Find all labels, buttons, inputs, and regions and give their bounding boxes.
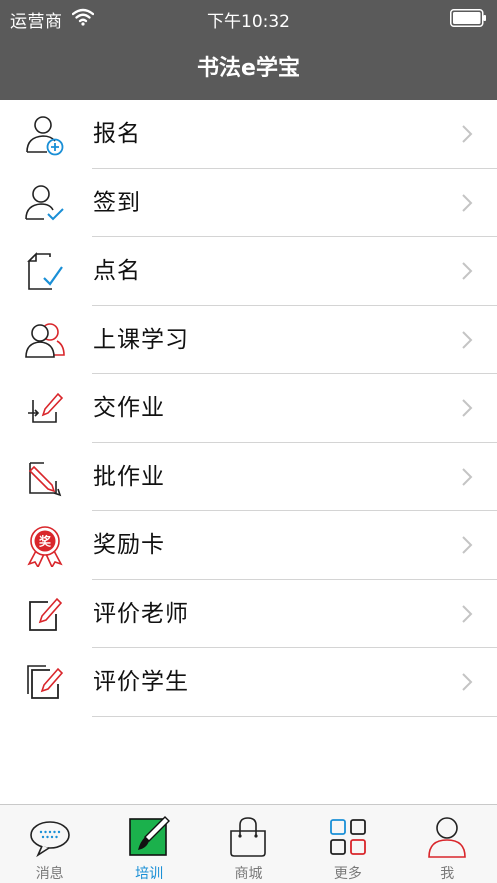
status-bar: 运营商 下午10:32: [0, 0, 497, 36]
roll-call-document-check-icon: [27, 252, 63, 290]
person-profile-icon: [428, 817, 467, 858]
menu-item-rate-student[interactable]: 评价学生: [0, 648, 497, 717]
tab-store[interactable]: 商城: [199, 805, 298, 883]
chevron-right-icon: [462, 262, 473, 280]
chat-bubble-icon: [29, 821, 70, 858]
tab-me[interactable]: 我: [398, 805, 497, 883]
battery-icon: [450, 9, 486, 27]
brush-training-icon: [129, 816, 171, 856]
tab-label: 我: [440, 866, 455, 882]
class-study-people-icon: [25, 322, 65, 358]
menu-item-label: 上课学习: [93, 326, 189, 353]
chevron-right-icon: [462, 536, 473, 554]
grid-more-icon: [329, 819, 366, 855]
tab-bar: 消息 培训 商城 更多 我: [0, 804, 497, 883]
menu-item-check-in[interactable]: 签到: [0, 169, 497, 238]
menu-item-label: 点名: [93, 258, 141, 284]
chevron-right-icon: [462, 193, 473, 212]
tab-messages[interactable]: 消息: [0, 805, 99, 883]
register-person-add-icon: [26, 116, 64, 156]
chevron-right-icon: [462, 399, 473, 417]
chevron-right-icon: [462, 467, 473, 486]
menu-item-roll-call[interactable]: 点名: [0, 237, 497, 306]
shopping-bag-icon: [230, 817, 267, 857]
rate-student-edit-icon: [27, 665, 64, 699]
feature-menu: 报名 签到 点名 上课学习 交作业 批作业 奖 奖励卡 评价老师 评价学生: [0, 100, 497, 717]
chevron-right-icon: [462, 125, 473, 143]
tab-more[interactable]: 更多: [298, 805, 397, 883]
status-time: 下午10:32: [207, 12, 290, 32]
chevron-right-icon: [462, 604, 473, 623]
menu-item-register[interactable]: 报名: [0, 100, 497, 169]
menu-item-label: 评价学生: [93, 669, 189, 695]
menu-item-award-card[interactable]: 奖 奖励卡: [0, 511, 497, 580]
menu-item-label: 签到: [93, 189, 141, 216]
header: 运营商 下午10:32 书法e学宝: [0, 0, 497, 100]
menu-item-label: 报名: [93, 121, 141, 147]
tab-label: 培训: [135, 866, 164, 882]
chevron-right-icon: [462, 330, 473, 349]
submit-homework-icon: [28, 392, 64, 423]
menu-item-label: 奖励卡: [93, 532, 165, 558]
grade-homework-icon: [28, 461, 62, 496]
award-badge-text: 奖: [39, 534, 52, 549]
menu-item-submit-homework[interactable]: 交作业: [0, 374, 497, 443]
tab-training[interactable]: 培训: [99, 805, 198, 883]
app-screen: 运营商 下午10:32 书法e学宝 报名 签到 点名 上课学习 交作业 批作业 …: [0, 0, 497, 883]
menu-item-class-study[interactable]: 上课学习: [0, 306, 497, 375]
menu-item-label: 评价老师: [93, 600, 189, 627]
tab-label: 商城: [234, 866, 263, 882]
chevron-right-icon: [462, 673, 473, 691]
menu-item-grade-homework[interactable]: 批作业: [0, 443, 497, 512]
tab-label: 消息: [35, 866, 64, 882]
menu-item-rate-teacher[interactable]: 评价老师: [0, 580, 497, 649]
rate-teacher-edit-icon: [29, 597, 63, 631]
award-rosette-icon: 奖: [27, 526, 63, 567]
page-title: 书法e学宝: [197, 56, 300, 81]
menu-item-label: 批作业: [93, 463, 165, 490]
tab-label: 更多: [333, 866, 362, 882]
menu-item-label: 交作业: [93, 395, 165, 421]
check-in-person-icon: [25, 184, 64, 220]
